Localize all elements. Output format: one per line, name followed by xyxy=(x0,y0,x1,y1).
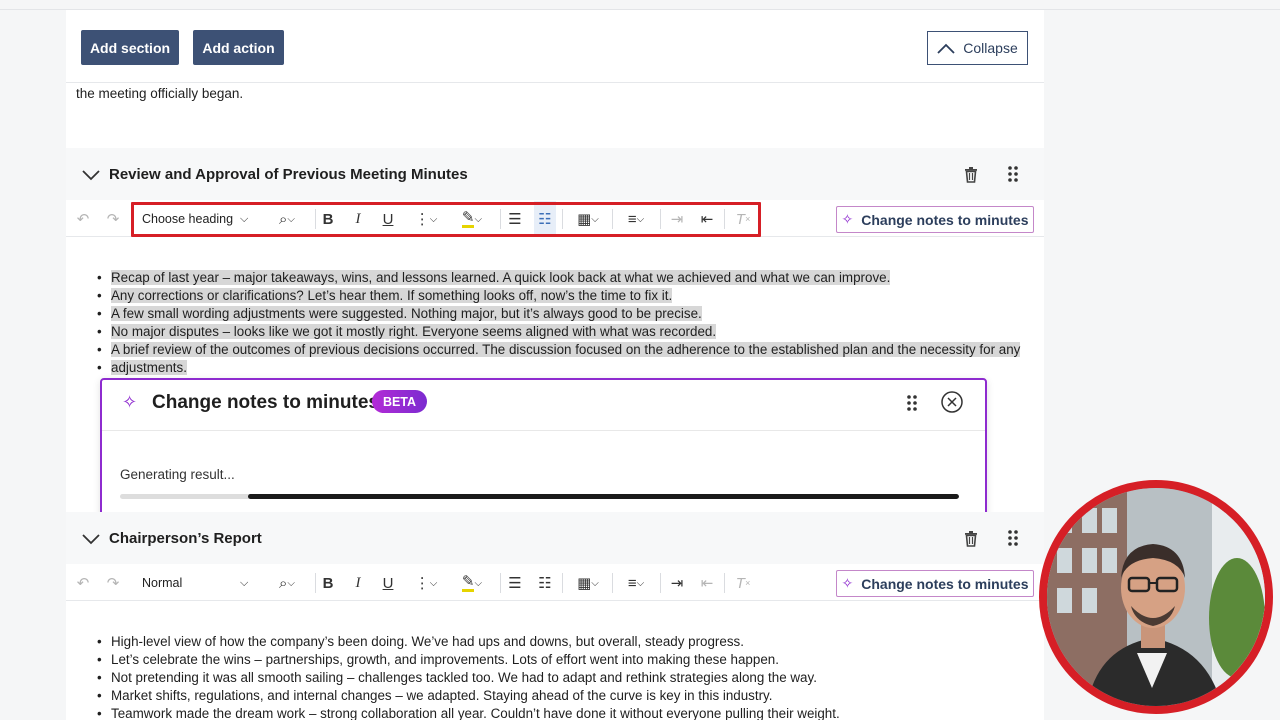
section-notes-list[interactable]: Recap of last year – major takeaways, wi… xyxy=(97,269,1027,377)
drag-handle-icon[interactable] xyxy=(905,394,919,412)
beta-badge: BETA xyxy=(372,390,427,413)
drag-handle-icon[interactable] xyxy=(1006,529,1020,547)
clear-format-icon[interactable]: T × xyxy=(732,565,754,601)
change-notes-to-minutes-button[interactable]: ✧ Change notes to minutes xyxy=(836,206,1034,233)
progress-bar-fill xyxy=(247,494,959,499)
change-notes-label: Change notes to minutes xyxy=(861,211,1029,228)
list-item: No major disputes – looks like we got it… xyxy=(97,323,1027,341)
chevron-down-icon[interactable] xyxy=(82,530,100,548)
status-text: Generating result... xyxy=(120,467,235,482)
heading-select[interactable]: Normal ⌵ xyxy=(142,565,257,601)
list-item-continuation: adjustments. xyxy=(97,359,1027,377)
chevron-up-icon xyxy=(937,43,955,54)
progress-bar xyxy=(120,494,959,499)
redo-icon[interactable]: ↷ xyxy=(102,565,124,601)
underline-icon[interactable]: U xyxy=(377,565,399,601)
section-title: Review and Approval of Previous Meeting … xyxy=(109,166,468,183)
heading-select-value: Normal xyxy=(142,576,183,590)
list-item: Not pretending it was all smooth sailing… xyxy=(97,669,1027,687)
list-item: High-level view of how the company’s bee… xyxy=(97,633,1027,651)
list-item: Any corrections or clarifications? Let’s… xyxy=(97,287,1027,305)
drag-handle-icon[interactable] xyxy=(1006,165,1020,183)
highlight-icon[interactable]: ✎ ⌵ xyxy=(454,565,490,601)
more-formatting-icon[interactable]: ⋮ ⌵ xyxy=(408,565,444,601)
intro-text: the meeting officially began. xyxy=(76,86,244,101)
presenter-video-image xyxy=(1047,488,1265,706)
collapse-button[interactable]: Collapse xyxy=(927,31,1028,65)
modal-divider xyxy=(102,430,985,431)
section-notes-list[interactable]: High-level view of how the company’s bee… xyxy=(97,633,1027,720)
align-icon[interactable]: ≡ ⌵ xyxy=(618,565,654,601)
presenter-webcam xyxy=(1039,480,1273,714)
add-action-button[interactable]: Add action xyxy=(193,30,284,65)
list-item: Recap of last year – major takeaways, wi… xyxy=(97,269,1027,287)
toolbar-highlight-box xyxy=(131,202,761,237)
change-notes-label: Change notes to minutes xyxy=(861,575,1029,592)
list-item: Teamwork made the dream work – strong co… xyxy=(97,705,1027,720)
magic-wand-icon: ✧ xyxy=(122,392,138,412)
numbered-list-icon[interactable]: ☰ xyxy=(504,565,526,601)
outdent-icon[interactable]: ⇤ xyxy=(696,565,718,601)
find-replace-icon[interactable]: ⌕ ⌵ xyxy=(269,565,305,601)
divider xyxy=(66,82,1044,83)
collapse-label: Collapse xyxy=(963,40,1018,56)
list-item: A brief review of the outcomes of previo… xyxy=(97,341,1027,359)
bold-icon[interactable]: B xyxy=(317,565,339,601)
close-icon[interactable] xyxy=(940,390,964,414)
change-notes-to-minutes-button[interactable]: ✧ Change notes to minutes xyxy=(836,570,1034,597)
chevron-down-icon: ⌵ xyxy=(240,576,249,589)
section-title: Chairperson’s Report xyxy=(109,530,262,547)
undo-icon[interactable]: ↶ xyxy=(72,565,94,601)
bullet-list-icon[interactable]: ☷ xyxy=(534,565,556,601)
magic-wand-icon: ✧ xyxy=(841,211,854,227)
trash-icon[interactable] xyxy=(962,165,980,183)
modal-title: Change notes to minutes xyxy=(152,392,379,413)
trash-icon[interactable] xyxy=(962,529,980,547)
list-item: Let’s celebrate the wins – partnerships,… xyxy=(97,651,1027,669)
change-notes-modal: ✧ Change notes to minutes BETA Generatin… xyxy=(100,378,987,527)
indent-icon[interactable]: ⇥ xyxy=(666,565,688,601)
list-item: A few small wording adjustments were sug… xyxy=(97,305,1027,323)
undo-icon[interactable]: ↶ xyxy=(72,201,94,237)
magic-wand-icon: ✧ xyxy=(841,575,854,591)
chevron-down-icon[interactable] xyxy=(82,166,100,184)
italic-icon[interactable]: I xyxy=(347,565,369,601)
redo-icon[interactable]: ↷ xyxy=(102,201,124,237)
table-icon[interactable]: ▦ ⌵ xyxy=(570,565,606,601)
list-item: Market shifts, regulations, and internal… xyxy=(97,687,1027,705)
add-section-button[interactable]: Add section xyxy=(81,30,179,65)
